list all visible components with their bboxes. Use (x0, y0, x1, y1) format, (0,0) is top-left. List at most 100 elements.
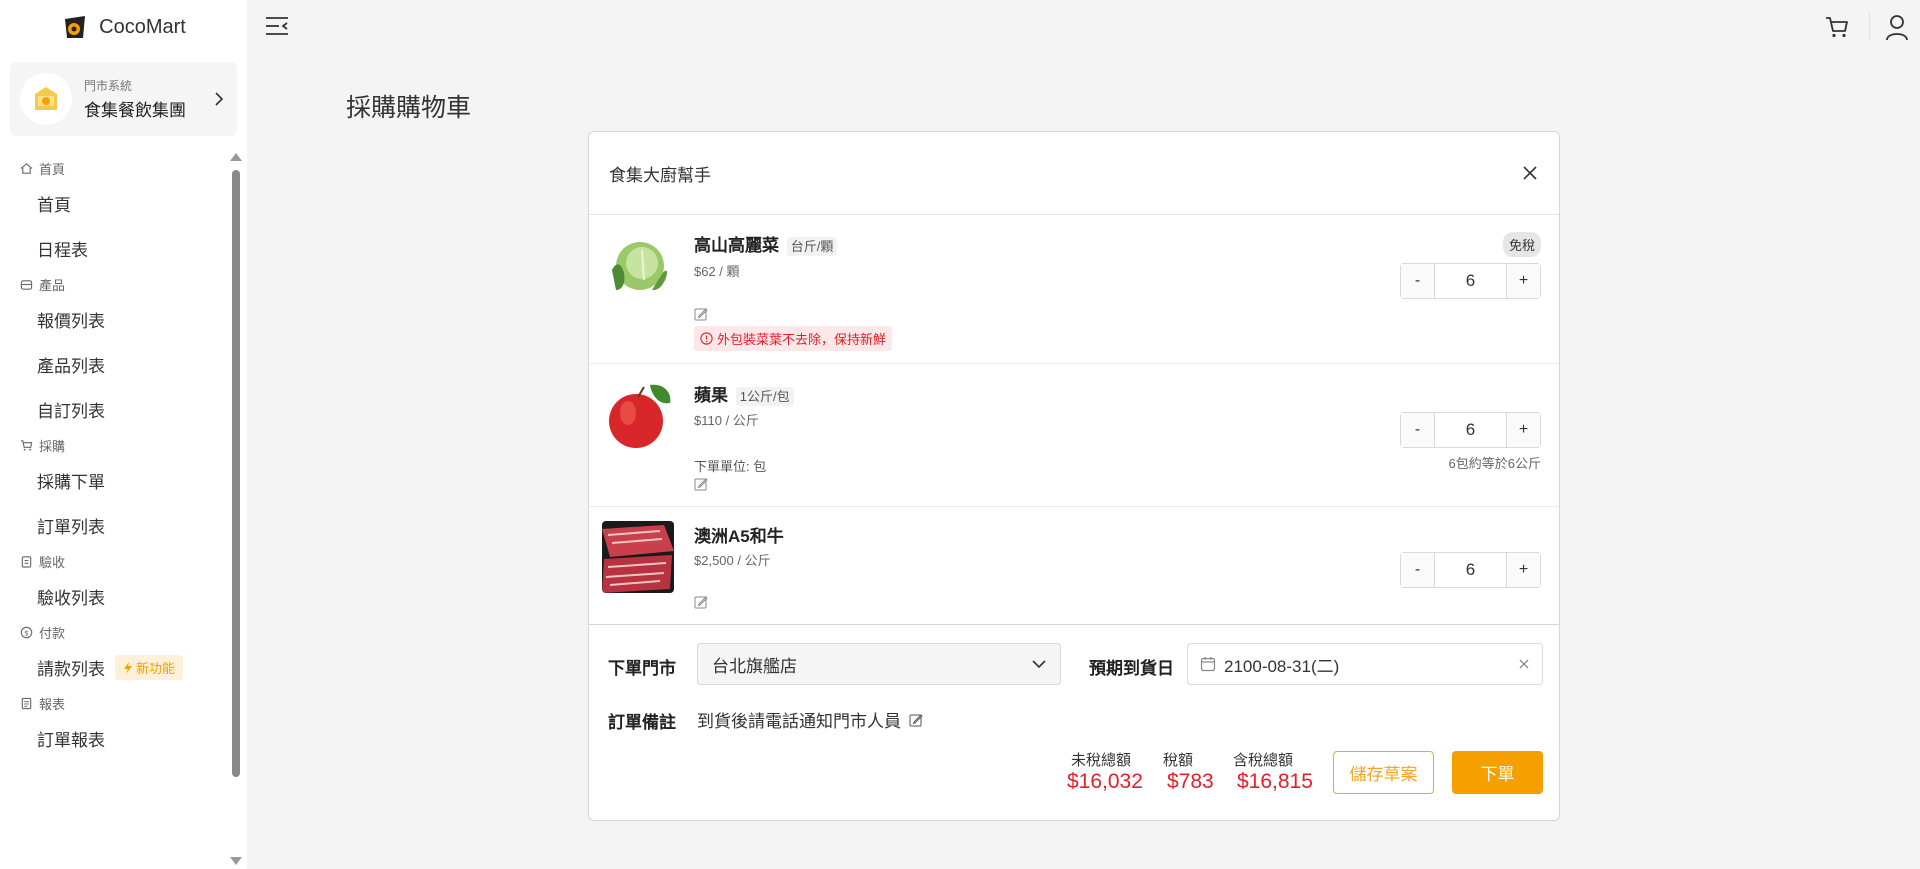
tax-label: 稅額 (1163, 752, 1194, 769)
new-feature-badge: 新功能 (115, 655, 184, 680)
place-order-button[interactable]: 下單 (1452, 751, 1543, 794)
scroll-down-arrow[interactable] (230, 857, 242, 865)
menu-section-products: 產品 (0, 271, 230, 297)
section-label: 首頁 (39, 161, 66, 177)
warning-text: 外包裝菜葉不去除，保持新鮮 (717, 332, 887, 347)
increase-button[interactable]: + (1506, 264, 1540, 298)
save-draft-button[interactable]: 儲存草案 (1333, 751, 1434, 794)
delivery-date-input[interactable]: 2100-08-31(二) (1187, 643, 1543, 685)
clear-icon[interactable] (1518, 658, 1530, 670)
quantity-stepper: - 6 + (1400, 552, 1541, 588)
subtotal-value: $16,032 (1067, 770, 1143, 793)
product-name-text: 高山高麗菜 (694, 236, 779, 255)
svg-text:$: $ (24, 628, 29, 637)
section-label: 採購 (39, 438, 66, 454)
sidebar: CocoMart 門市系統 食集餐飲集團 首頁 首頁 日程表 產品 報價列表 產… (0, 0, 247, 869)
order-note-label: 訂單備註 (608, 713, 676, 732)
unit-price: $62 / 顆 (694, 264, 740, 279)
quantity-stepper: - 6 + (1400, 263, 1541, 299)
increase-button[interactable]: + (1506, 553, 1540, 587)
menu-section-reports: 報表 (0, 690, 230, 716)
section-label: 報表 (39, 696, 66, 712)
total-value: $16,815 (1237, 770, 1313, 793)
edit-icon[interactable] (694, 307, 708, 321)
decrease-button[interactable]: - (1401, 264, 1435, 298)
unit-price: $2,500 / 公斤 (694, 553, 771, 568)
scroll-thumb[interactable] (232, 170, 240, 777)
new-badge-label: 新功能 (136, 661, 176, 676)
sidebar-item-purchase-order[interactable]: 採購下單 (0, 458, 230, 503)
sidebar-item-home[interactable]: 首頁 (0, 181, 230, 226)
decrease-button[interactable]: - (1401, 413, 1435, 447)
menu-section-receiving: 驗收 (0, 548, 230, 574)
cocomart-logo-icon (65, 16, 86, 38)
unit-tag: 1公斤/包 (735, 387, 794, 406)
cart-item: 蘋果 1公斤/包 $110 / 公斤 下單單位: 包 - 6 + 6包約等於6公… (589, 364, 1559, 507)
app-name: CocoMart (99, 15, 186, 38)
sidebar-item-order-report[interactable]: 訂單報表 (0, 716, 230, 761)
section-label: 驗收 (39, 554, 66, 570)
sidebar-item-schedule[interactable]: 日程表 (0, 226, 230, 271)
conversion-note: 6包約等於6公斤 (1448, 456, 1541, 471)
edit-icon[interactable] (909, 713, 923, 727)
lightning-icon (124, 661, 132, 674)
calendar-icon (1200, 657, 1216, 672)
cart-icon (20, 439, 33, 451)
decrease-button[interactable]: - (1401, 553, 1435, 587)
sidebar-item-invoices[interactable]: 請款列表 新功能 (0, 645, 230, 690)
quantity-input[interactable]: 6 (1435, 264, 1506, 298)
edit-icon[interactable] (694, 595, 708, 609)
apple-image (602, 381, 674, 453)
total-label: 含稅總額 (1233, 752, 1294, 769)
topbar-divider (1869, 12, 1870, 42)
quantity-input[interactable]: 6 (1435, 413, 1506, 447)
item-warning: 外包裝菜葉不去除，保持新鮮 (694, 326, 893, 351)
sidebar-item-quotes[interactable]: 報價列表 (0, 297, 230, 342)
wagyu-image (602, 521, 674, 593)
product-name: 高山高麗菜 台斤/顆 (694, 231, 838, 256)
cart-item: 高山高麗菜 台斤/顆 $62 / 顆 外包裝菜葉不去除，保持新鮮 免稅 - 6 … (589, 215, 1559, 364)
menu-section-purchase: 採購 (0, 432, 230, 458)
subtotal-label: 未稅總額 (1071, 752, 1132, 769)
cart-modal: 食集大廚幫手 高山高麗菜 台斤/顆 $62 / 顆 外包裝菜葉不去除，保持新鮮 … (588, 131, 1560, 821)
scroll-up-arrow[interactable] (230, 153, 242, 161)
menu-collapse-icon[interactable] (264, 15, 290, 37)
order-unit: 下單單位: 包 (694, 459, 767, 474)
store-avatar-icon (35, 87, 57, 110)
chevron-down-icon (1032, 659, 1046, 668)
page-title: 採購購物車 (346, 94, 472, 122)
app-logo[interactable]: CocoMart (0, 0, 247, 54)
chevron-right-icon (215, 92, 224, 106)
order-note-text: 到貨後請電話通知門市人員 (697, 712, 901, 731)
sidebar-item-receiving[interactable]: 驗收列表 (0, 574, 230, 619)
quantity-input[interactable]: 6 (1435, 553, 1506, 587)
order-footer: 下單門市 台北旗艦店 預期到貨日 2100-08-31(二) 訂單備註 到貨後請… (589, 625, 1559, 821)
tax-value: $783 (1167, 770, 1214, 793)
user-icon[interactable] (1884, 13, 1910, 41)
cabbage-image (602, 230, 674, 302)
sidebar-scrollbar[interactable] (229, 150, 243, 869)
section-label: 產品 (39, 277, 66, 293)
close-icon[interactable] (1521, 164, 1539, 182)
org-switcher[interactable]: 門市系統 食集餐飲集團 (10, 62, 237, 136)
product-name-text: 蘋果 (694, 386, 728, 405)
sidebar-item-custom[interactable]: 自訂列表 (0, 387, 230, 432)
store-select[interactable]: 台北旗艦店 (697, 643, 1061, 685)
shopping-cart-icon[interactable] (1824, 14, 1850, 40)
menu-section-home: 首頁 (0, 155, 230, 181)
sidebar-item-orders[interactable]: 訂單列表 (0, 503, 230, 548)
edit-icon[interactable] (694, 477, 708, 491)
delivery-date-label: 預期到貨日 (1089, 659, 1174, 678)
org-avatar (20, 73, 72, 125)
sidebar-item-products[interactable]: 產品列表 (0, 342, 230, 387)
increase-button[interactable]: + (1506, 413, 1540, 447)
delivery-date-value: 2100-08-31(二) (1224, 656, 1340, 676)
unit-tag: 台斤/顆 (786, 237, 838, 256)
org-subtitle: 門市系統 (84, 79, 133, 93)
unit-price: $110 / 公斤 (694, 413, 759, 428)
order-note: 到貨後請電話通知門市人員 (697, 707, 923, 732)
section-label: 付款 (39, 625, 66, 641)
product-name: 澳洲A5和牛 (694, 527, 784, 546)
org-name: 食集餐飲集團 (84, 101, 186, 120)
menu-section-payment: $ 付款 (0, 619, 230, 645)
